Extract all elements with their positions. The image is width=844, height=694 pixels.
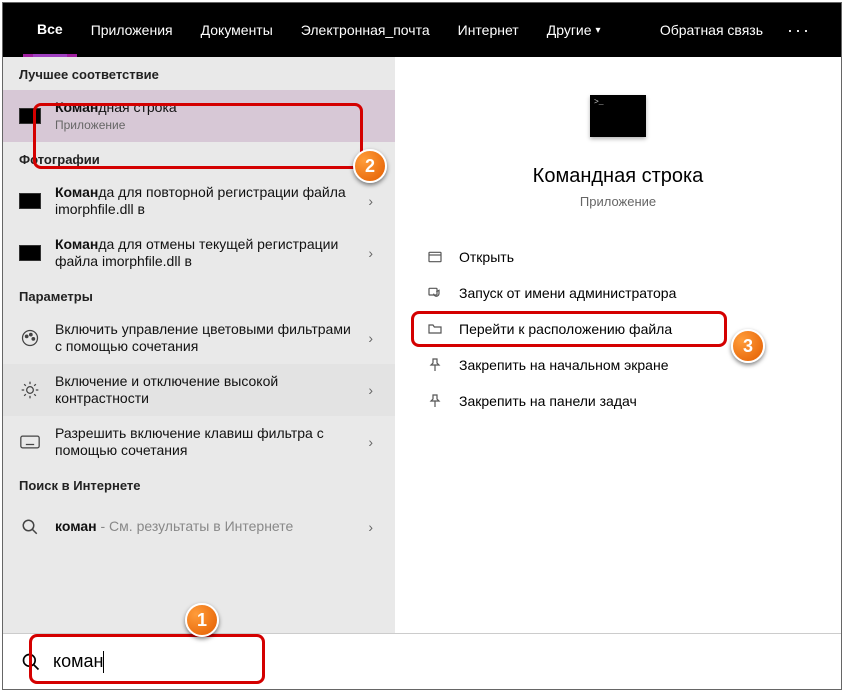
result-detail-panel: Командная строка Приложение Открыть Запу…	[395, 57, 841, 633]
action-run-as-admin[interactable]: Запуск от имени администратора	[425, 275, 811, 311]
list-item[interactable]: Включение и отключение высокой контрастн…	[3, 364, 395, 416]
chevron-right-icon: ›	[358, 245, 383, 261]
section-photos: Фотографии	[3, 142, 395, 175]
action-pin-to-start[interactable]: Закрепить на начальном экране	[425, 347, 811, 383]
section-web: Поиск в Интернете	[3, 468, 395, 501]
action-open-file-location[interactable]: Перейти к расположению файла	[425, 311, 811, 347]
chevron-down-icon: ▾	[596, 25, 601, 36]
search-bar[interactable]: коман	[3, 633, 841, 689]
search-input-text: коман	[53, 651, 103, 672]
web-search-item[interactable]: коман - См. результаты в Интернете ›	[3, 501, 395, 553]
feedback-link[interactable]: Обратная связь	[646, 3, 777, 57]
keyboard-icon	[19, 431, 41, 453]
chevron-right-icon: ›	[358, 193, 383, 209]
cmd-icon	[19, 105, 41, 127]
open-icon	[425, 249, 445, 265]
tab-documents[interactable]: Документы	[187, 3, 287, 57]
list-item[interactable]: Включить управление цветовыми фильтрами …	[3, 312, 395, 364]
cmd-icon	[19, 190, 41, 212]
folder-icon	[425, 321, 445, 337]
action-pin-to-taskbar[interactable]: Закрепить на панели задач	[425, 383, 811, 419]
palette-icon	[19, 327, 41, 349]
tab-internet[interactable]: Интернет	[444, 3, 533, 57]
tab-all[interactable]: Все	[23, 3, 77, 57]
tab-apps[interactable]: Приложения	[77, 3, 187, 57]
detail-subtitle: Приложение	[580, 194, 656, 209]
tab-other[interactable]: Другие▾	[533, 3, 615, 57]
section-settings: Параметры	[3, 279, 395, 312]
brightness-icon	[19, 379, 41, 401]
chevron-right-icon: ›	[358, 434, 383, 450]
chevron-right-icon: ›	[358, 519, 383, 535]
chevron-right-icon: ›	[358, 330, 383, 346]
more-icon[interactable]: ···	[777, 20, 821, 41]
shield-icon	[425, 285, 445, 301]
pin-icon	[425, 357, 445, 373]
search-icon	[19, 516, 41, 538]
section-best-match: Лучшее соответствие	[3, 57, 395, 90]
search-category-tabs: Все Приложения Документы Электронная_поч…	[3, 3, 841, 57]
chevron-right-icon: ›	[358, 382, 383, 398]
list-item[interactable]: Разрешить включение клавиш фильтра с пом…	[3, 416, 395, 468]
list-item[interactable]: Команда для повторной регистрации файла …	[3, 175, 395, 227]
best-match-item[interactable]: Командная строка Приложение	[3, 90, 395, 142]
search-icon	[21, 652, 41, 672]
detail-title: Командная строка	[533, 165, 704, 188]
pin-icon	[425, 393, 445, 409]
search-results-panel: Лучшее соответствие Командная строка При…	[3, 57, 395, 633]
action-open[interactable]: Открыть	[425, 239, 811, 275]
tab-email[interactable]: Электронная_почта	[287, 3, 444, 57]
cmd-icon	[19, 242, 41, 264]
app-preview-icon	[590, 95, 646, 137]
list-item[interactable]: Команда для отмены текущей регистрации ф…	[3, 227, 395, 279]
